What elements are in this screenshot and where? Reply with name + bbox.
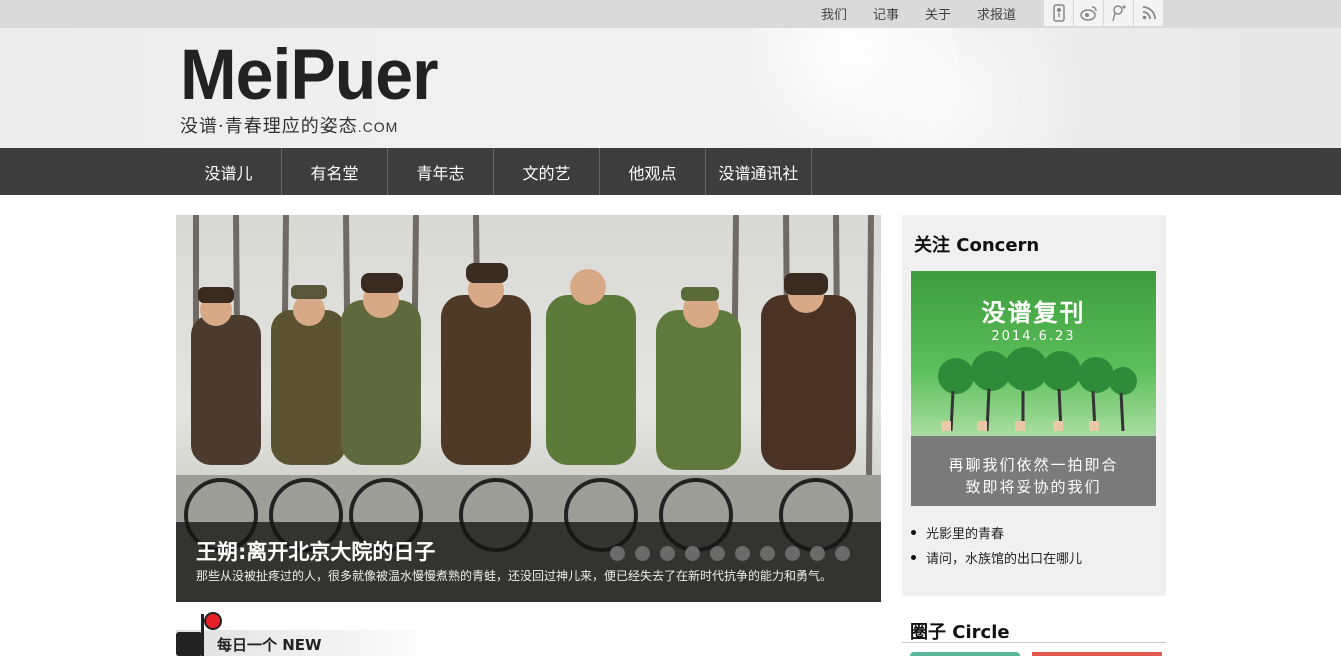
top-link-women[interactable]: 我们 <box>821 4 847 23</box>
list-item[interactable]: 请问，水族馆的出口在哪儿 <box>911 545 1082 570</box>
tagline-suffix: .COM <box>357 119 399 135</box>
circle-tab-green[interactable] <box>910 652 1020 656</box>
tencent-weibo-icon[interactable] <box>1103 0 1133 26</box>
nav-item-youmingtang[interactable]: 有名堂 <box>282 148 388 195</box>
nav-item-wendeyi[interactable]: 文的艺 <box>494 148 600 195</box>
rss-icon[interactable] <box>1133 0 1163 26</box>
top-links: 我们 记事 关于 求报道 <box>808 0 1029 26</box>
main-nav: 没谱儿 有名堂 青年志 文的艺 他观点 没谱通讯社 <box>0 148 1341 195</box>
site-header: MeiPuer 没谱·青春理应的姿态.COM <box>0 28 1341 148</box>
slider-dot-4[interactable] <box>685 546 700 561</box>
slider-title[interactable]: 王朔:离开北京大院的日子 <box>196 536 435 566</box>
nav-item-qingnianzhi[interactable]: 青年志 <box>388 148 494 195</box>
top-link-qiubaodao[interactable]: 求报道 <box>977 4 1016 23</box>
circle-heading: 圈子 Circle <box>910 622 1010 643</box>
promo-caption: 再聊我们依然一拍即合 致即将妥协的我们 <box>911 436 1156 506</box>
top-link-guanyu[interactable]: 关于 <box>925 4 951 23</box>
nav-item-taguandian[interactable]: 他观点 <box>600 148 706 195</box>
header-decoration-2 <box>850 28 1090 148</box>
slider-dot-3[interactable] <box>660 546 675 561</box>
daily-section: 每日一个 NEW <box>176 612 446 656</box>
featured-slider[interactable]: 王朔:离开北京大院的日子 那些从没被扯疼过的人，很多就像被温水慢慢煮熟的青蛙，还… <box>176 215 881 602</box>
promo-line-2: 致即将妥协的我们 <box>965 478 1102 496</box>
logo-tagline: 没谱·青春理应的姿态.COM <box>180 112 438 138</box>
concern-panel: 关注 Concern 没谱复刊 2014.6.23 再聊我们依然一拍即合 致即将… <box>902 215 1166 596</box>
top-bar: 我们 记事 关于 求报道 <box>0 0 1341 28</box>
slider-dot-7[interactable] <box>760 546 775 561</box>
slider-dot-5[interactable] <box>710 546 725 561</box>
promo-image: 没谱复刊 2014.6.23 <box>911 271 1156 436</box>
nav-item-tongxunshe[interactable]: 没谱通讯社 <box>706 148 812 195</box>
slider-pagination <box>610 546 860 561</box>
site-logo[interactable]: MeiPuer 没谱·青春理应的姿态.COM <box>180 35 439 138</box>
slider-dot-8[interactable] <box>785 546 800 561</box>
bullet-icon <box>911 555 916 560</box>
slider-excerpt: 那些从没被扯疼过的人，很多就像被温水慢慢煮熟的青蛙，还没回过神儿来，便已经失去了… <box>196 569 833 583</box>
slider-dot-10[interactable] <box>835 546 850 561</box>
concern-heading: 关注 Concern <box>914 235 1040 256</box>
concern-link-1[interactable]: 光影里的青春 <box>926 523 1004 542</box>
flag-dot-icon <box>204 612 222 630</box>
slider-caption: 王朔:离开北京大院的日子 那些从没被扯疼过的人，很多就像被温水慢慢煮熟的青蛙，还… <box>176 522 881 602</box>
top-link-jishi[interactable]: 记事 <box>873 4 899 23</box>
list-item[interactable]: 光影里的青春 <box>911 520 1082 545</box>
social-icons <box>1043 0 1163 26</box>
promo-title: 没谱复刊 <box>981 298 1086 327</box>
logo-text: MeiPuer <box>180 35 439 115</box>
nav-item-meipuer[interactable]: 没谱儿 <box>176 148 282 195</box>
slider-dot-1[interactable] <box>610 546 625 561</box>
daily-icon <box>176 632 202 656</box>
tagline-text: 没谱·青春理应的姿态 <box>180 116 358 137</box>
circle-section: 圈子 Circle <box>902 612 1166 656</box>
mobile-icon[interactable] <box>1043 0 1073 26</box>
promo-date: 2014.6.23 <box>991 329 1076 344</box>
daily-heading: 每日一个 NEW <box>217 636 322 654</box>
promo-banner[interactable]: 没谱复刊 2014.6.23 再聊我们依然一拍即合 致即将妥协的我们 <box>911 271 1156 506</box>
circle-divider <box>902 642 1166 643</box>
slider-dot-9[interactable] <box>810 546 825 561</box>
slider-dot-6[interactable] <box>735 546 750 561</box>
weibo-icon[interactable] <box>1073 0 1103 26</box>
promo-line-1: 再聊我们依然一拍即合 <box>948 456 1119 474</box>
circle-tab-red[interactable] <box>1032 652 1162 656</box>
page: 我们 记事 关于 求报道 MeiPuer 没谱·青春理应的姿态.COM 没谱儿 … <box>0 0 1341 656</box>
bullet-icon <box>911 530 916 535</box>
slider-dot-2[interactable] <box>635 546 650 561</box>
concern-link-2[interactable]: 请问，水族馆的出口在哪儿 <box>926 548 1082 567</box>
concern-links: 光影里的青春 请问，水族馆的出口在哪儿 <box>911 520 1082 570</box>
